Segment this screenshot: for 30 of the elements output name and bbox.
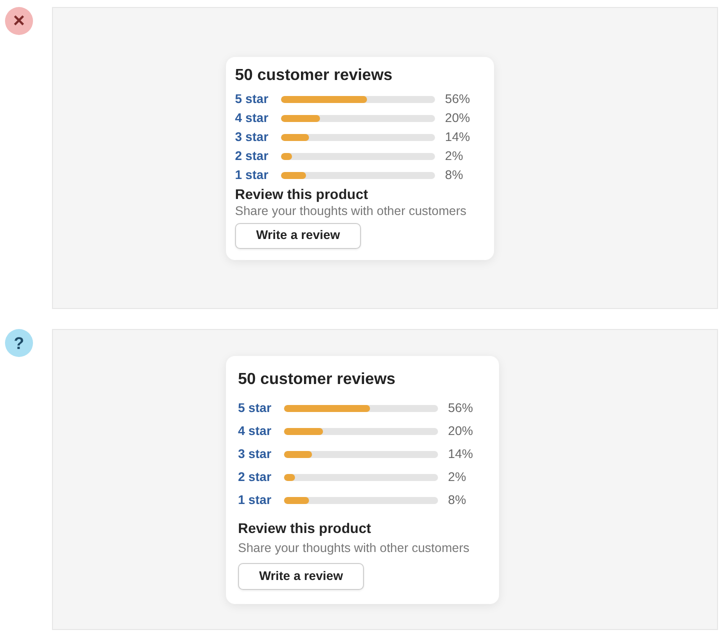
rating-link[interactable]: 5 star bbox=[235, 91, 281, 107]
percent-text: 14% bbox=[448, 446, 474, 462]
percent-text: 14% bbox=[445, 129, 470, 145]
percent-text: 20% bbox=[445, 110, 470, 126]
card-title: 50 customer reviews bbox=[235, 66, 394, 86]
rating-link[interactable]: 3 star bbox=[235, 129, 281, 145]
section-heading: Review this product bbox=[238, 518, 372, 536]
rating-link[interactable]: 1 star bbox=[238, 492, 284, 508]
percent-text: 8% bbox=[448, 492, 466, 508]
rating-link[interactable]: 1 star bbox=[235, 167, 281, 183]
rating-link[interactable]: 4 star bbox=[238, 423, 284, 439]
rating-link[interactable]: 5 star bbox=[238, 400, 284, 416]
rating-link[interactable]: 2 star bbox=[235, 148, 281, 164]
cross-mark-badge: × bbox=[5, 7, 33, 35]
write-review-button[interactable]: Write a review bbox=[235, 222, 361, 248]
section-text: Share your thoughts with other customers bbox=[235, 202, 468, 218]
card-title: 50 customer reviews bbox=[238, 370, 396, 390]
percent-text: 20% bbox=[448, 423, 474, 439]
percent-text: 56% bbox=[448, 400, 474, 416]
rating-link[interactable]: 4 star bbox=[235, 110, 281, 126]
percent-text: 8% bbox=[445, 167, 464, 183]
section-heading: Review this product bbox=[235, 184, 370, 202]
percent-text: 56% bbox=[445, 91, 470, 107]
rating-link[interactable]: 3 star bbox=[238, 446, 284, 462]
question-mark-badge: ? bbox=[5, 329, 33, 357]
percent-text: 2% bbox=[445, 148, 464, 164]
write-review-button[interactable]: Write a review bbox=[238, 562, 364, 590]
section-text: Share your thoughts with other customers bbox=[238, 540, 470, 556]
rating-link[interactable]: 2 star bbox=[238, 469, 284, 485]
percent-text: 2% bbox=[448, 469, 466, 485]
